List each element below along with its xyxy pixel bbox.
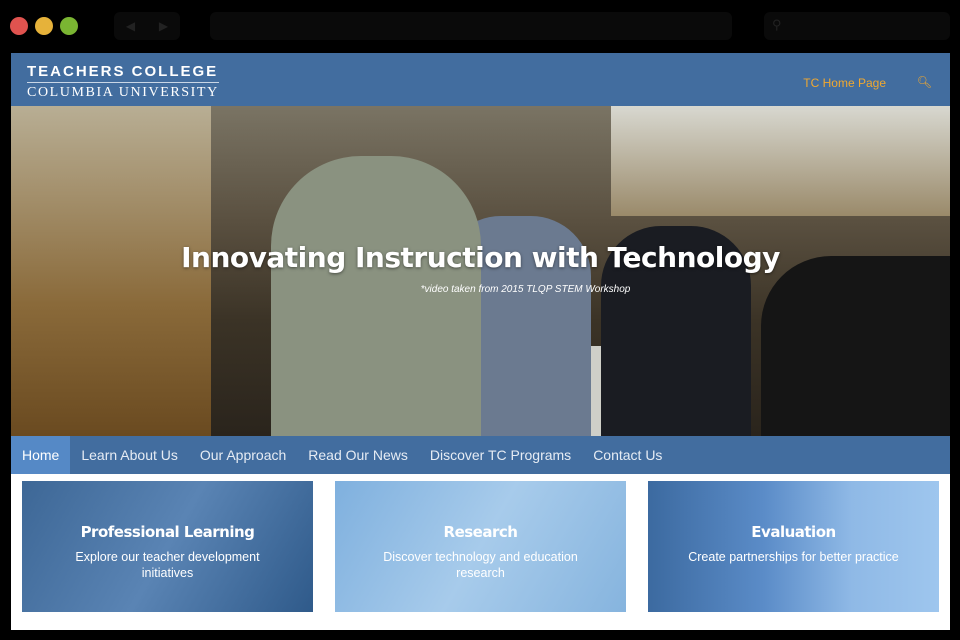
- search-icon: ⚲: [772, 17, 782, 32]
- card-research[interactable]: Research Discover technology and educati…: [335, 481, 626, 612]
- nav-home[interactable]: Home: [11, 436, 71, 474]
- maximize-window-button[interactable]: [60, 17, 78, 35]
- site-header: TEACHERS COLLEGE COLUMBIA UNIVERSITY TC …: [11, 53, 950, 106]
- tc-logo[interactable]: TEACHERS COLLEGE COLUMBIA UNIVERSITY: [27, 63, 219, 101]
- logo-line-2: COLUMBIA UNIVERSITY: [27, 85, 219, 100]
- nav-contact-us[interactable]: Contact Us: [582, 436, 673, 474]
- card-evaluation[interactable]: Evaluation Create partnerships for bette…: [648, 481, 939, 612]
- card-professional-learning[interactable]: Professional Learning Explore our teache…: [22, 481, 313, 612]
- card-title: Professional Learning: [80, 523, 255, 541]
- feature-cards: Professional Learning Explore our teache…: [11, 474, 950, 612]
- browser-chrome: ◀ ▶ ⚲: [0, 0, 960, 52]
- web-page: TEACHERS COLLEGE COLUMBIA UNIVERSITY TC …: [11, 53, 950, 630]
- hero-title: Innovating Instruction with Technology: [181, 241, 780, 274]
- nav-discover-tc-programs[interactable]: Discover TC Programs: [419, 436, 582, 474]
- close-window-button[interactable]: [10, 17, 28, 35]
- history-buttons: ◀ ▶: [114, 12, 180, 40]
- back-icon[interactable]: ◀: [126, 19, 135, 33]
- card-text: Discover technology and education resear…: [383, 550, 578, 580]
- address-bar[interactable]: [210, 12, 732, 40]
- nav-read-our-news[interactable]: Read Our News: [297, 436, 419, 474]
- nav-our-approach[interactable]: Our Approach: [189, 436, 297, 474]
- hero-video[interactable]: Innovating Instruction with Technology *…: [11, 106, 950, 436]
- main-nav: Home Learn About Us Our Approach Read Ou…: [11, 436, 950, 474]
- card-title: Evaluation: [751, 523, 836, 541]
- search-icon[interactable]: 🔍︎: [917, 75, 932, 89]
- logo-line-1: TEACHERS COLLEGE: [27, 63, 219, 83]
- card-text: Explore our teacher development initiati…: [75, 550, 260, 580]
- nav-learn-about-us[interactable]: Learn About Us: [70, 436, 189, 474]
- browser-search-box[interactable]: ⚲: [764, 12, 950, 40]
- card-title: Research: [443, 523, 518, 541]
- forward-icon[interactable]: ▶: [159, 19, 168, 33]
- card-text: Create partnerships for better practice: [688, 550, 899, 564]
- minimize-window-button[interactable]: [35, 17, 53, 35]
- hero-caption: *video taken from 2015 TLQP STEM Worksho…: [420, 284, 631, 295]
- tc-home-page-link[interactable]: TC Home Page: [803, 76, 886, 90]
